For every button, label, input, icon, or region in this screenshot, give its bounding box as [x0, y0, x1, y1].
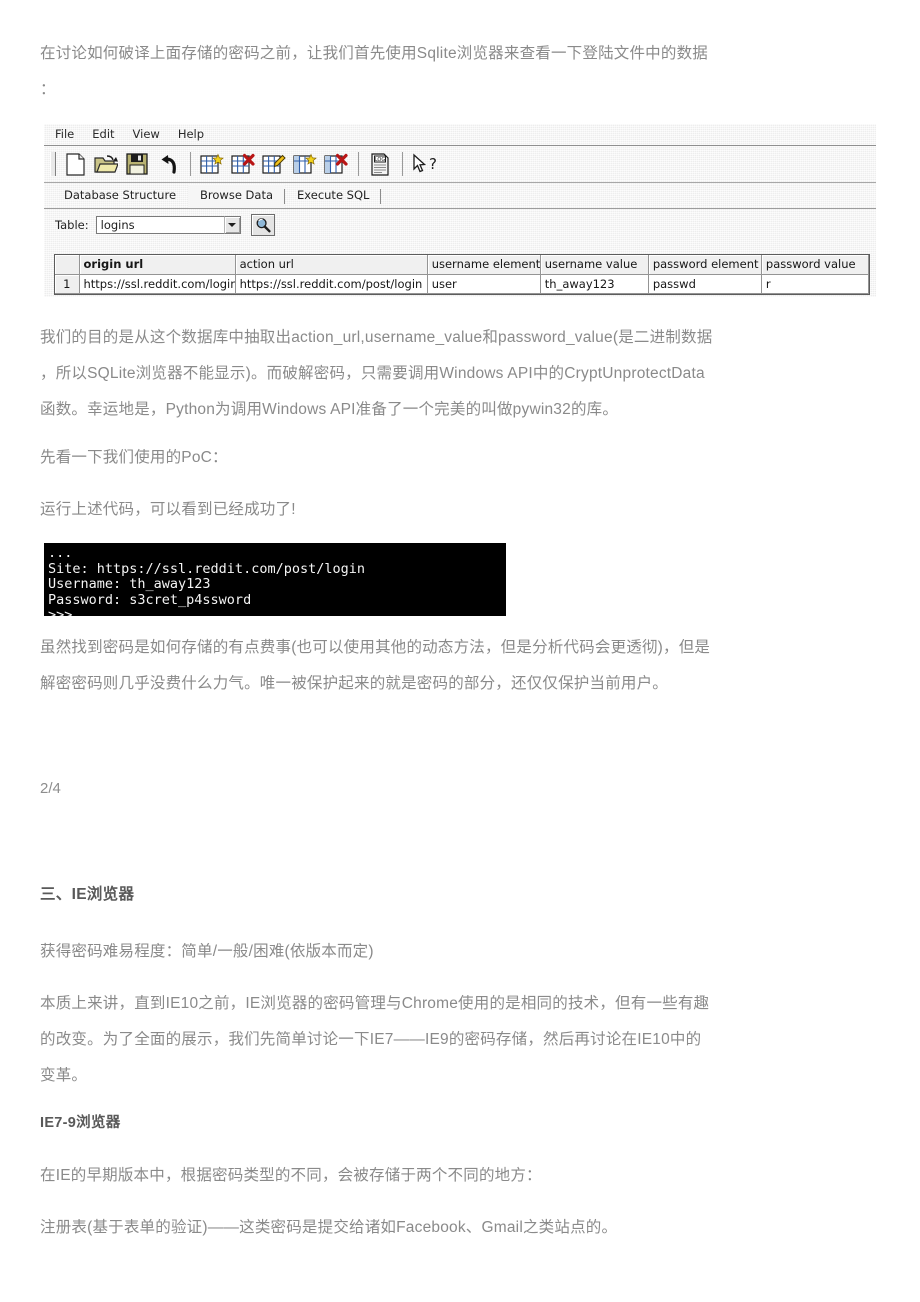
sqlite-browser-window: File Edit View Help LOG ? Database Struc… [44, 124, 876, 297]
create-table-icon[interactable] [197, 149, 227, 179]
table-select-value: logins [100, 217, 135, 232]
cell-password-value[interactable]: r [761, 274, 869, 294]
document-page: 在讨论如何破译上面存储的密码之前，让我们首先使用Sqlite浏览器来查看一下登陆… [0, 0, 920, 1302]
delete-table-icon[interactable] [228, 149, 258, 179]
menu-view[interactable]: View [133, 124, 160, 145]
page-number: 2/4 [40, 780, 61, 797]
data-grid-table: origin url action url username element u… [55, 255, 869, 294]
table-selector-label: Table: [55, 217, 89, 232]
toolbar-grip[interactable] [50, 152, 56, 176]
row-header[interactable]: 1 [55, 274, 80, 294]
tab-execute-sql-label: Execute SQL [297, 188, 370, 202]
column-header-username-value[interactable]: username value [540, 255, 649, 275]
delete-index-icon[interactable] [321, 149, 351, 179]
data-grid[interactable]: origin url action url username element u… [54, 254, 870, 295]
column-header-username-element[interactable]: username element [427, 255, 541, 275]
console-line-username: Username: th_away123 [48, 576, 211, 592]
grid-corner-cell[interactable] [55, 255, 80, 275]
toolbar-separator-2 [358, 152, 359, 176]
cell-password-element[interactable]: passwd [648, 274, 762, 294]
log-icon[interactable]: LOG [365, 149, 395, 179]
column-header-origin-url[interactable]: origin url [79, 255, 236, 275]
tab-database-structure-label: Database Structure [64, 188, 177, 202]
console-output: ... Site: https://ssl.reddit.com/post/lo… [44, 543, 506, 616]
run-result-paragraph: 运行上述代码，可以看到已经成功了! [40, 501, 296, 518]
tab-execute-sql[interactable]: Execute SQL [285, 185, 382, 208]
revert-changes-icon[interactable] [153, 149, 183, 179]
column-header-password-element[interactable]: password element [648, 255, 762, 275]
ie79-storage-paragraph: 在IE的早期版本中，根据密码类型的不同，会被存储于两个不同的地方： [40, 1167, 542, 1184]
console-line-prompt: >>> [48, 607, 73, 616]
difficulty-paragraph: 获得密码难易程度：简单/一般/困难(依版本而定) [40, 943, 374, 960]
tab-browse-data-label: Browse Data [200, 188, 274, 202]
data-grid-header-row: origin url action url username element u… [55, 255, 869, 275]
table-selector-row: Table: logins [44, 209, 876, 240]
tab-browse-data[interactable]: Browse Data [188, 185, 286, 208]
create-index-icon[interactable] [290, 149, 320, 179]
registry-paragraph: 注册表(基于表单的验证)——这类密码是提交给诸如Facebook、Gmail之类… [40, 1219, 618, 1236]
new-database-icon[interactable] [60, 149, 90, 179]
menu-file[interactable]: File [55, 124, 74, 145]
modify-table-icon[interactable] [259, 149, 289, 179]
cell-origin-url[interactable]: https://ssl.reddit.com/login [79, 274, 236, 294]
table-select[interactable]: logins [95, 215, 224, 234]
table-row[interactable]: 1 https://ssl.reddit.com/login https://s… [55, 274, 869, 294]
cell-username-value[interactable]: th_away123 [540, 274, 649, 294]
section-heading-ie: 三、IE浏览器 [40, 886, 135, 903]
ie-overview-paragraph: 本质上来讲，直到IE10之前，IE浏览器的密码管理与Chrome使用的是相同的技… [40, 995, 710, 1084]
chevron-down-icon[interactable] [223, 215, 241, 234]
open-database-icon[interactable] [91, 149, 121, 179]
cell-action-url[interactable]: https://ssl.reddit.com/post/login [235, 274, 428, 294]
conclusion-paragraph: 虽然找到密码是如何存储的有点费事(也可以使用其他的动态方法，但是分析代码会更透彻… [40, 639, 711, 692]
column-header-action-url[interactable]: action url [235, 255, 428, 275]
cell-username-element[interactable]: user [427, 274, 541, 294]
console-line-ellipsis: ... [48, 545, 73, 561]
tab-divider-2 [380, 189, 382, 204]
extract-paragraph: 我们的目的是从这个数据库中抽取出action_url,username_valu… [40, 329, 713, 418]
magnifier-icon[interactable] [250, 213, 275, 236]
help-cursor-icon[interactable]: ? [409, 149, 439, 179]
intro-paragraph: 在讨论如何破译上面存储的密码之前，让我们首先使用Sqlite浏览器来查看一下登陆… [40, 45, 708, 98]
tab-strip: Database Structure Browse Data Execute S… [44, 183, 876, 209]
column-header-password-value[interactable]: password value [761, 255, 869, 275]
subsection-heading-ie79: IE7-9浏览器 [40, 1115, 121, 1131]
menu-edit[interactable]: Edit [92, 124, 114, 145]
console-line-site: Site: https://ssl.reddit.com/post/login [48, 560, 365, 577]
toolbar-separator [190, 152, 191, 176]
svg-text:?: ? [429, 155, 437, 173]
toolbar: LOG ? [44, 146, 876, 183]
poc-intro-paragraph: 先看一下我们使用的PoC： [40, 449, 228, 466]
console-line-password: Password: s3cret_p4ssword [48, 591, 252, 608]
menu-help[interactable]: Help [178, 124, 204, 145]
toolbar-separator-3 [402, 152, 403, 176]
menu-bar: File Edit View Help [44, 124, 876, 146]
svg-text:LOG: LOG [375, 157, 386, 163]
save-database-icon[interactable] [122, 149, 152, 179]
tab-database-structure[interactable]: Database Structure [52, 185, 188, 208]
